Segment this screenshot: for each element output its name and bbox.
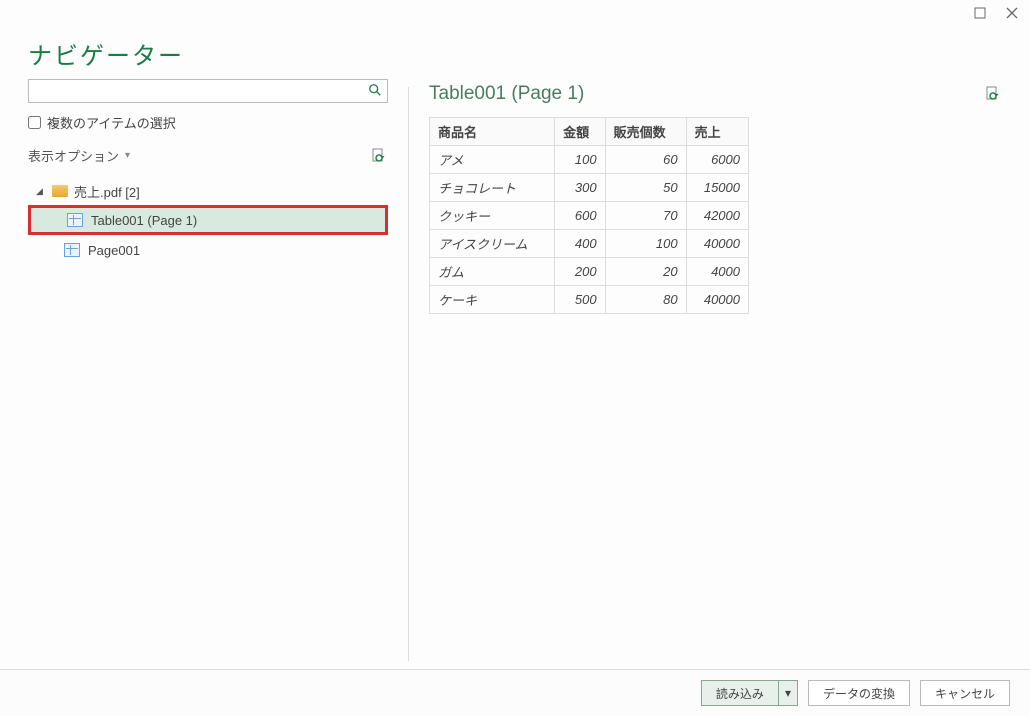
table-cell: 100 — [555, 146, 605, 174]
source-tree: ◢ 売上.pdf [2] Table001 (Page 1) Page001 — [28, 177, 388, 661]
table-cell: 40000 — [686, 286, 748, 314]
table-row[interactable]: クッキー6007042000 — [430, 202, 749, 230]
load-split-button: 読み込み ▾ — [701, 680, 798, 706]
transform-button[interactable]: データの変換 — [808, 680, 910, 706]
table-cell: 70 — [605, 202, 686, 230]
cancel-button-label: キャンセル — [935, 685, 995, 702]
column-header[interactable]: 売上 — [686, 118, 748, 146]
tree-item[interactable]: Page001 — [28, 235, 388, 265]
table-cell: 600 — [555, 202, 605, 230]
table-cell: 20 — [605, 258, 686, 286]
tree-item[interactable]: Table001 (Page 1) — [28, 205, 388, 235]
panel-divider — [408, 87, 409, 661]
table-cell: 80 — [605, 286, 686, 314]
table-cell: 40000 — [686, 230, 748, 258]
table-icon — [67, 213, 83, 227]
table-cell: 15000 — [686, 174, 748, 202]
dialog-title: ナビゲーター — [28, 36, 1002, 71]
titlebar — [0, 0, 1030, 26]
column-header[interactable]: 金額 — [555, 118, 605, 146]
dialog-footer: 読み込み ▾ データの変換 キャンセル — [0, 669, 1030, 716]
table-row[interactable]: ケーキ5008040000 — [430, 286, 749, 314]
table-row[interactable]: アイスクリーム40010040000 — [430, 230, 749, 258]
tree-item-label: Table001 (Page 1) — [91, 213, 197, 228]
tree-root-label: 売上.pdf [2] — [74, 182, 140, 201]
column-header[interactable]: 商品名 — [430, 118, 555, 146]
multi-select-checkbox[interactable]: 複数のアイテムの選択 — [28, 113, 388, 132]
table-cell: ガム — [430, 258, 555, 286]
navigator-panel: 複数のアイテムの選択 表示オプション ◢ 売上.pdf [2] Table001… — [28, 79, 388, 661]
load-dropdown-button[interactable]: ▾ — [778, 680, 798, 706]
table-cell: アイスクリーム — [430, 230, 555, 258]
display-options-label: 表示オプション — [28, 146, 119, 165]
table-cell: 4000 — [686, 258, 748, 286]
preview-title: Table001 (Page 1) — [429, 83, 584, 105]
preview-panel: Table001 (Page 1) 商品名金額販売個数売上 アメ10060600… — [429, 79, 1002, 661]
table-row[interactable]: ガム200204000 — [430, 258, 749, 286]
tree-item-label: Page001 — [88, 243, 140, 258]
table-cell: 400 — [555, 230, 605, 258]
table-row[interactable]: アメ100606000 — [430, 146, 749, 174]
table-cell: 42000 — [686, 202, 748, 230]
chevron-down-icon: ▾ — [785, 686, 791, 700]
preview-table: 商品名金額販売個数売上 アメ100606000チョコレート3005015000ク… — [429, 117, 749, 314]
multi-select-label: 複数のアイテムの選択 — [47, 113, 176, 132]
tree-root[interactable]: ◢ 売上.pdf [2] — [28, 177, 388, 205]
table-cell: 500 — [555, 286, 605, 314]
table-cell: 6000 — [686, 146, 748, 174]
maximize-button[interactable] — [972, 5, 988, 21]
table-cell: 100 — [605, 230, 686, 258]
table-icon — [64, 243, 80, 257]
preview-refresh-icon[interactable] — [984, 85, 1002, 103]
table-cell: 60 — [605, 146, 686, 174]
column-header[interactable]: 販売個数 — [605, 118, 686, 146]
table-cell: 300 — [555, 174, 605, 202]
search-input[interactable] — [28, 79, 388, 103]
folder-icon — [52, 185, 68, 197]
table-cell: クッキー — [430, 202, 555, 230]
cancel-button[interactable]: キャンセル — [920, 680, 1010, 706]
load-button[interactable]: 読み込み — [701, 680, 778, 706]
table-cell: チョコレート — [430, 174, 555, 202]
transform-button-label: データの変換 — [823, 685, 895, 702]
dialog-header: ナビゲーター — [0, 26, 1030, 79]
refresh-icon[interactable] — [370, 147, 388, 165]
table-cell: ケーキ — [430, 286, 555, 314]
load-button-label: 読み込み — [716, 685, 764, 702]
table-cell: 50 — [605, 174, 686, 202]
table-cell: アメ — [430, 146, 555, 174]
table-row[interactable]: チョコレート3005015000 — [430, 174, 749, 202]
display-options-button[interactable]: 表示オプション — [28, 146, 130, 165]
collapse-icon[interactable]: ◢ — [36, 186, 46, 197]
table-cell: 200 — [555, 258, 605, 286]
multi-select-checkbox-input[interactable] — [28, 116, 41, 129]
close-button[interactable] — [1004, 5, 1020, 21]
